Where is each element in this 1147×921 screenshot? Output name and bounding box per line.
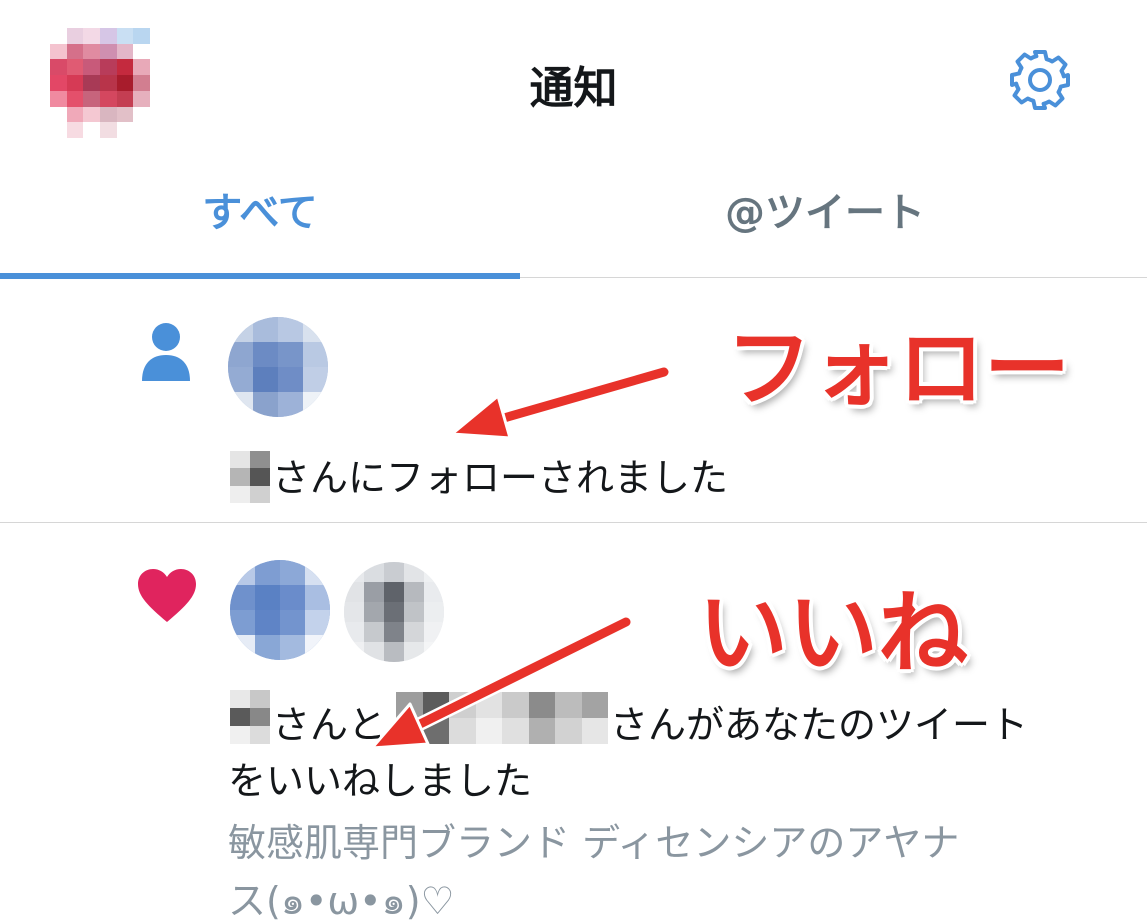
heart-icon xyxy=(138,569,196,622)
person-icon xyxy=(142,323,190,381)
annotation-like: いいね xyxy=(698,581,968,686)
tweet-excerpt-line2: ス(๑•ω•๑)♡ xyxy=(228,879,455,921)
tab-all[interactable]: すべて xyxy=(0,165,520,277)
page-title: 通知 xyxy=(529,63,618,114)
gear-icon[interactable] xyxy=(1008,48,1072,112)
notification-text-part1: さんと xyxy=(272,703,387,747)
username-redacted xyxy=(230,451,270,503)
username-redacted-2 xyxy=(396,692,608,744)
notification-text-line2: をいいねしました xyxy=(228,759,533,803)
notification-like[interactable]: さんと さんがあなたのツイート をいいねしました 敏感肌専門ブランド ディセンシ… xyxy=(0,524,1147,921)
notification-text-part2: さんがあなたのツイート xyxy=(610,703,1029,747)
username-redacted-1 xyxy=(230,690,270,744)
annotation-follow: フォロー xyxy=(726,319,1070,419)
tab-bar: すべて @ツイート xyxy=(0,165,1147,279)
notification-text: さんにフォローされました xyxy=(272,456,729,500)
follower-avatar[interactable] xyxy=(228,317,328,417)
liker-avatar-2[interactable] xyxy=(344,562,444,662)
liker-avatar-1[interactable] xyxy=(230,560,330,660)
header: 通知 xyxy=(0,0,1147,165)
tweet-excerpt-line1: 敏感肌専門ブランド ディセンシアのアヤナ xyxy=(228,821,960,865)
tab-mentions[interactable]: @ツイート xyxy=(520,165,1130,277)
